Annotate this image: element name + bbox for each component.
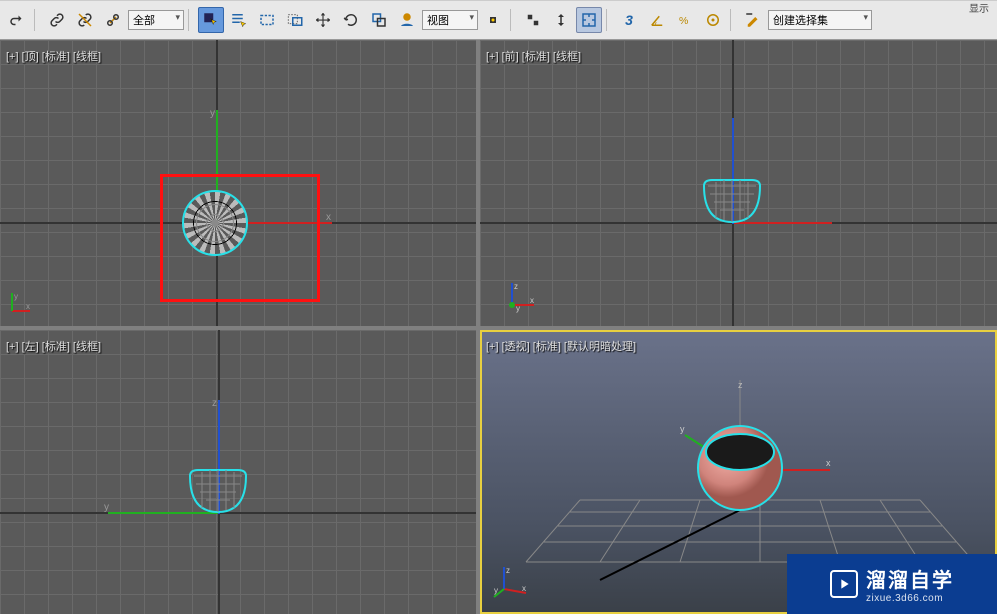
watermark-subtitle: zixue.3d66.com [866,593,954,604]
named-selset-dropdown[interactable]: 创建选择集 [768,10,872,30]
selection-highlight-box [160,174,320,302]
placement-button[interactable] [394,7,420,33]
axis-indicator-icon: xy [6,289,34,322]
redo-button[interactable] [4,7,30,33]
viewport-top[interactable]: [+] [顶] [标准] [线框] x y xy [0,40,476,326]
svg-text:x: x [522,584,526,593]
move-button[interactable] [310,7,336,33]
perspective-view-object[interactable] [694,422,786,519]
svg-text:x: x [826,458,831,468]
viewport-left[interactable]: [+] [左] [标准] [线框] y z [0,330,476,614]
angle-snap-button[interactable] [644,7,670,33]
left-view-object[interactable] [182,468,254,516]
svg-text:y: y [14,292,18,301]
viewport-front[interactable]: [+] [前] [标准] [线框] x z y [480,40,997,326]
bind-icon[interactable] [100,7,126,33]
coord-sys-dropdown[interactable]: 视图 [422,10,478,30]
window-crossing-button[interactable] [282,7,308,33]
keyboard-shortcut-button[interactable] [548,7,574,33]
viewport-label[interactable]: [+] [左] [标准] [线框] [6,338,101,354]
edit-selset-button[interactable] [740,7,766,33]
rotate-button[interactable] [338,7,364,33]
axis-indicator-icon: x z y [492,561,532,606]
unlink-icon[interactable] [72,7,98,33]
main-toolbar: 全部 视图 3 % [0,0,997,40]
scale-button[interactable] [366,7,392,33]
snap-toggle-button[interactable] [576,7,602,33]
svg-text:%: % [679,15,688,27]
viewport-label[interactable]: [+] [顶] [标准] [线框] [6,48,101,64]
play-icon [830,570,858,598]
svg-text:x: x [26,302,30,311]
viewport-label[interactable]: [+] [前] [标准] [线框] [486,48,581,64]
spinner-snap-button[interactable] [700,7,726,33]
svg-text:y: y [680,424,685,434]
rect-region-button[interactable] [254,7,280,33]
watermark-title: 溜溜自学 [866,564,954,593]
percent-snap-button[interactable]: % [672,7,698,33]
viewports-container: [+] [顶] [标准] [线框] x y xy [+] [前] [标准] [线… [0,40,997,614]
viewport-perspective[interactable]: [+] [透视] [标准] [默认明暗处理] z [480,330,997,614]
manipulate-button[interactable] [520,7,546,33]
select-by-name-button[interactable] [226,7,252,33]
axis-indicator-icon: x z y [502,277,540,320]
front-view-object[interactable] [696,178,768,226]
svg-text:y: y [494,586,498,595]
select-object-button[interactable] [198,7,224,33]
selection-filter-dropdown[interactable]: 全部 [128,10,184,30]
link-icon[interactable] [44,7,70,33]
svg-text:z: z [506,566,510,575]
snap-3-button[interactable]: 3 [616,7,642,33]
watermark-badge: 溜溜自学 zixue.3d66.com [787,554,997,614]
svg-text:x: x [530,296,534,305]
svg-text:z: z [514,282,518,291]
pivot-icon[interactable] [480,7,506,33]
svg-text:z: z [738,380,743,390]
titlebar-fragment: 显示 [969,0,989,15]
viewport-label[interactable]: [+] [透视] [标准] [默认明暗处理] [486,338,636,354]
svg-text:y: y [516,304,520,313]
